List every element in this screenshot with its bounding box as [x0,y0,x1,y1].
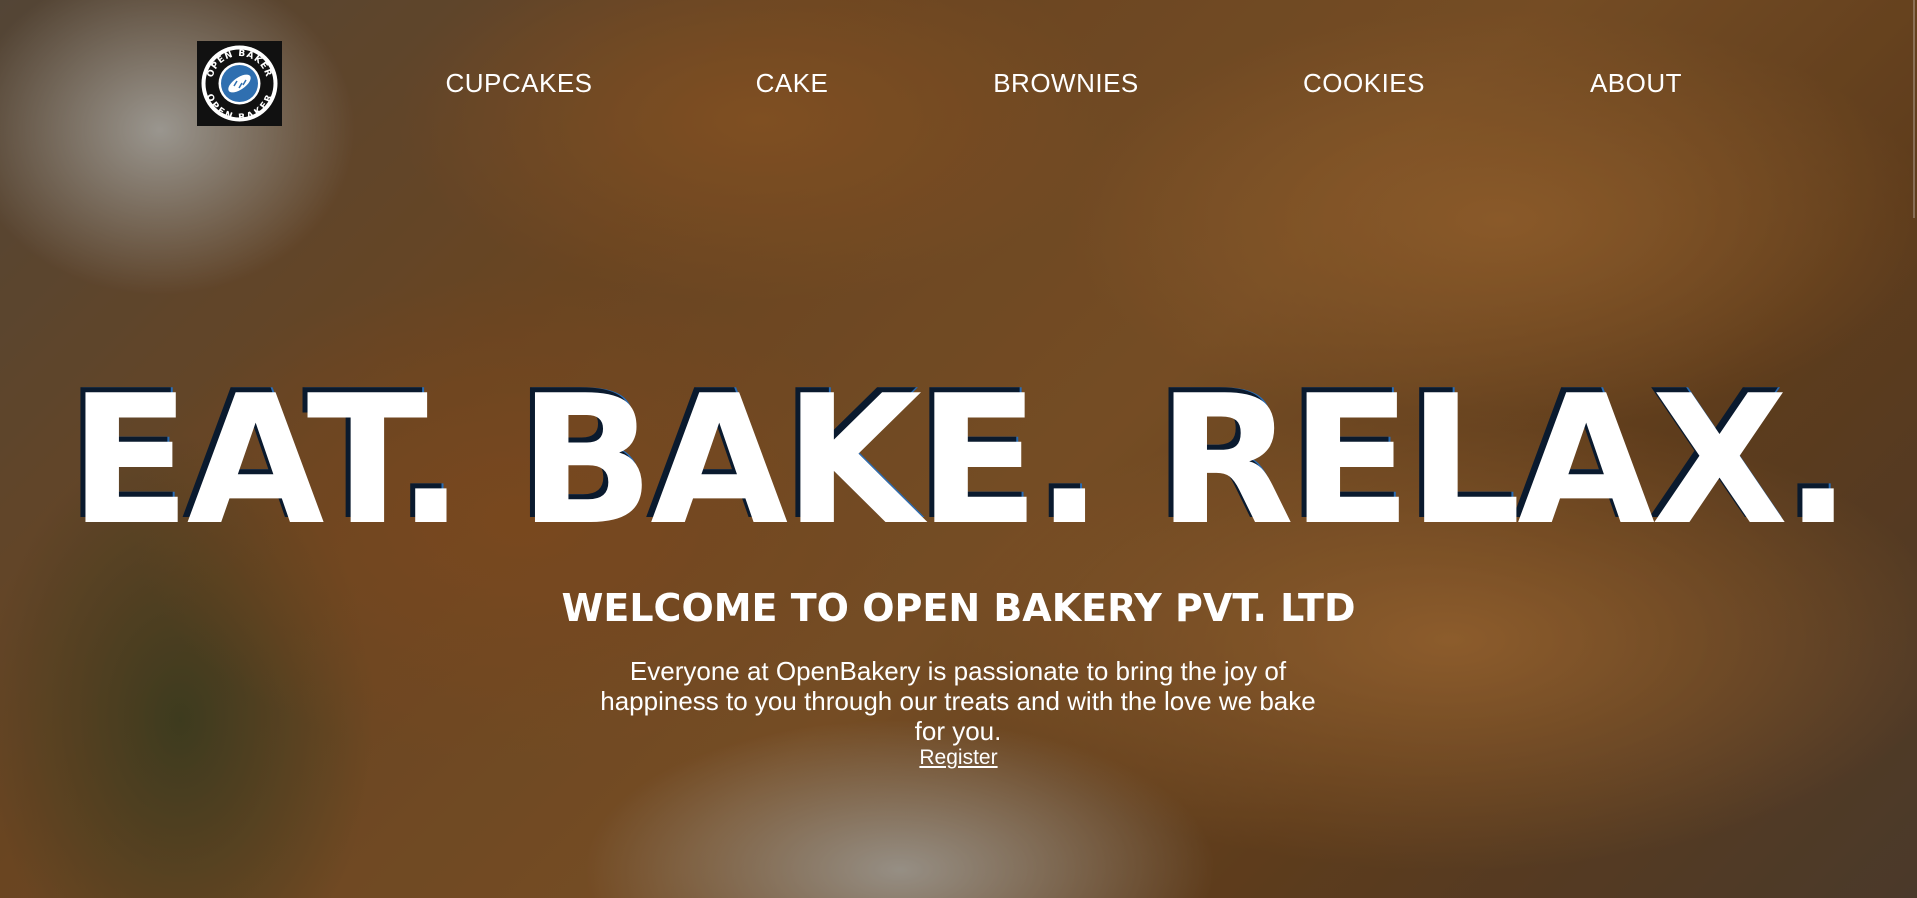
scrollbar[interactable] [1913,0,1915,218]
nav-link-cupcakes[interactable]: CUPCAKES [445,68,592,99]
nav-link-about[interactable]: ABOUT [1590,68,1682,99]
nav-link-brownies[interactable]: BROWNIES [993,68,1139,99]
nav-link-cake[interactable]: CAKE [756,68,829,99]
main-nav: CUPCAKES CAKE BROWNIES COOKIES ABOUT [0,68,1917,104]
hero-section: OPEN BAKER OPEN BAKER CUPCAKES CAKE BROW… [0,0,1917,898]
hero-tagline: Everyone at OpenBakery is passionate to … [600,656,1316,746]
register-link-wrapper: Register [0,746,1917,770]
welcome-heading: WELCOME TO OPEN BAKERY PVT. LTD [561,586,1356,630]
register-link[interactable]: Register [919,746,997,769]
nav-link-cookies[interactable]: COOKIES [1303,68,1425,99]
hero-headline: EAT. BAKE. RELAX. [69,357,1852,564]
